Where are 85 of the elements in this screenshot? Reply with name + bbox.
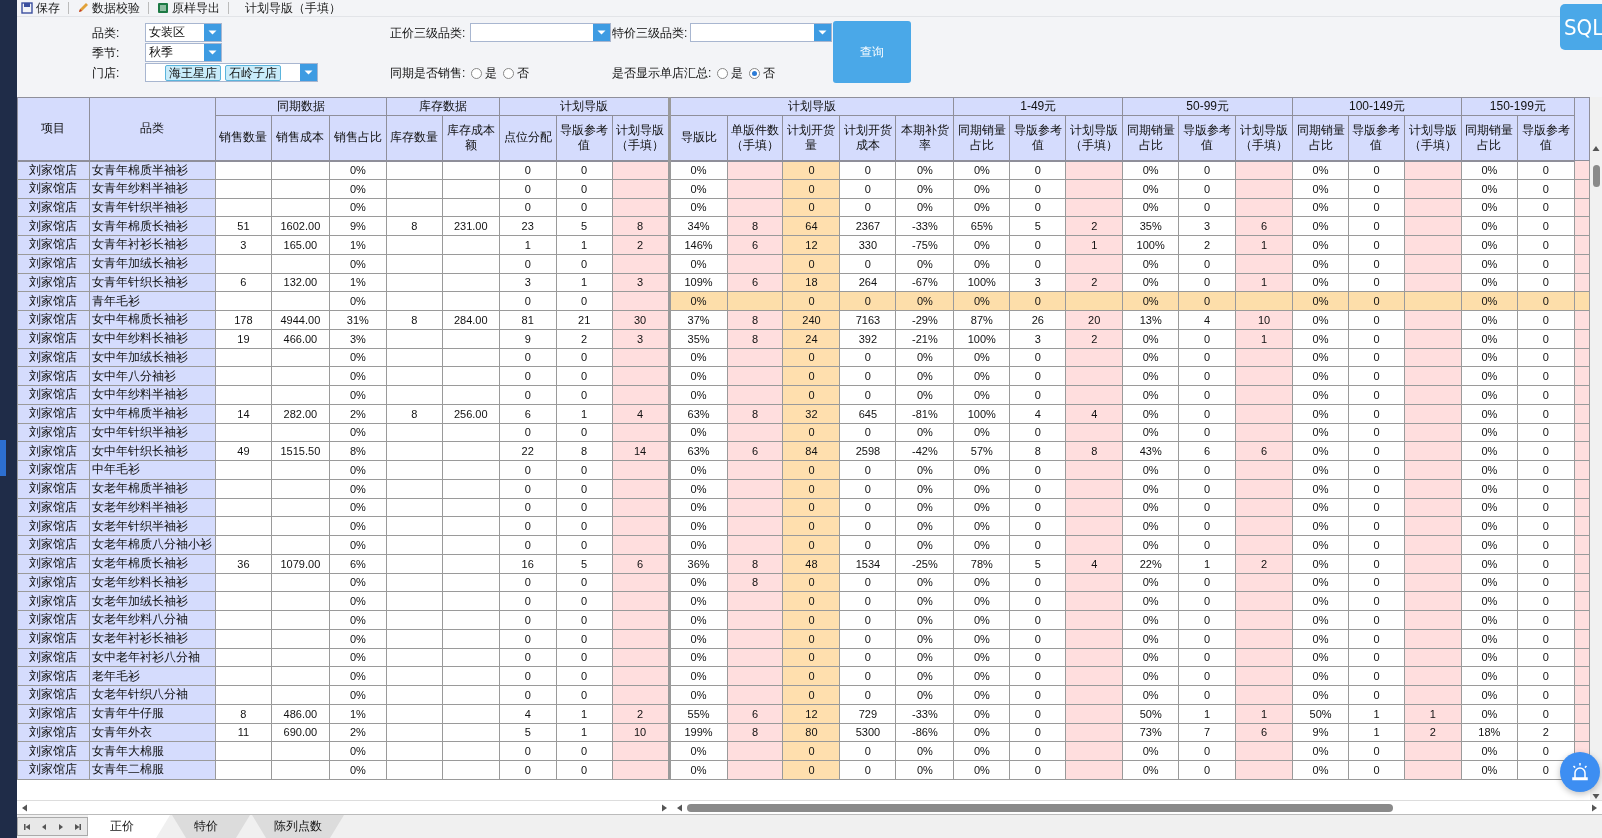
- column-group-header: 计划导版: [499, 97, 670, 116]
- dropdown[interactable]: 秋季: [145, 43, 222, 62]
- column-header: 本期补货率: [895, 115, 954, 161]
- dropdown[interactable]: 女装区: [145, 23, 222, 42]
- filter-label: 特价三级品类:: [612, 24, 689, 42]
- column-header: 销售数量: [215, 115, 272, 161]
- column-group-header: 100-149元: [1292, 97, 1462, 116]
- toolbar-button[interactable]: 数据校验: [75, 0, 142, 17]
- sheet-tab[interactable]: 正价: [88, 815, 170, 838]
- alarm-icon: [1570, 762, 1590, 782]
- scroll-right-icon[interactable]: [1590, 803, 1598, 812]
- scroll-left-icon[interactable]: [21, 803, 29, 812]
- radio-option[interactable]: 是: [471, 64, 498, 82]
- column-header: 导版参考值: [1348, 115, 1405, 161]
- radio-button[interactable]: [503, 67, 515, 79]
- column-group-header: 同期数据: [215, 97, 387, 116]
- radio-option[interactable]: 否: [749, 64, 776, 82]
- filter-label: 正价三级品类:: [390, 24, 467, 42]
- radio-button[interactable]: [471, 67, 483, 79]
- rail-marker: [0, 440, 6, 476]
- column-header: 库存数量: [386, 115, 443, 161]
- store-tag: 海王星店: [165, 64, 221, 81]
- column-header: 导版参考值: [1517, 115, 1575, 161]
- filter-label: 是否显示单店汇总:: [612, 64, 712, 82]
- column-header: 项目: [17, 97, 90, 161]
- column-header: 品类: [89, 97, 216, 161]
- radio-option[interactable]: 否: [503, 64, 530, 82]
- column-header: 导版比: [669, 115, 728, 161]
- column-group-header: 1-49元: [953, 97, 1123, 116]
- first-sheet-icon[interactable]: [22, 822, 31, 831]
- radio-label: 是: [485, 64, 498, 82]
- pencil-icon: [77, 2, 89, 14]
- column-group-header: 50-99元: [1122, 97, 1293, 116]
- filter-label: 季节:: [92, 44, 121, 62]
- sheet-tab[interactable]: 特价: [172, 815, 250, 838]
- caret-icon: [300, 64, 317, 81]
- radio-option[interactable]: 是: [717, 64, 744, 82]
- column-header: 同期销量占比: [1122, 115, 1179, 161]
- filter-label: 同期是否销售:: [390, 64, 466, 82]
- dropdown[interactable]: [470, 23, 611, 42]
- page-title: 计划导版（手填）: [245, 0, 341, 17]
- column-header: 销售成本: [271, 115, 330, 161]
- dropdown[interactable]: [690, 23, 832, 42]
- column-header: 同期销量占比: [1292, 115, 1349, 161]
- caret-icon: [814, 24, 831, 41]
- store-tag: 石岭子店: [225, 64, 281, 81]
- sheet-tab[interactable]: 陈列点数: [252, 815, 344, 838]
- column-header: 库存成本额: [442, 115, 500, 161]
- column-header: 单版件数（手填）: [727, 115, 783, 161]
- column-header: 同期销量占比: [953, 115, 1010, 161]
- last-sheet-icon[interactable]: [74, 822, 83, 831]
- column-header: 点位分配: [499, 115, 557, 161]
- filter-label: 门店:: [92, 64, 121, 82]
- toolbar-button[interactable]: 保存: [19, 0, 62, 17]
- vertical-scrollbar[interactable]: [1590, 97, 1602, 800]
- caret-icon: [204, 24, 221, 41]
- column-group-header: 150-199元: [1461, 97, 1575, 116]
- radio-label: 是: [731, 64, 744, 82]
- scroll-thumb[interactable]: [1592, 165, 1600, 187]
- filter-label: 品类:: [92, 24, 121, 42]
- scroll-up-icon[interactable]: [1592, 145, 1600, 153]
- column-header: 计划开货成本: [839, 115, 896, 161]
- column-header: 导版参考值: [1009, 115, 1066, 161]
- radio-label: 否: [517, 64, 530, 82]
- column-header: 导版参考值: [1178, 115, 1236, 161]
- multi-select-field[interactable]: 海王星店 石岭子店: [145, 63, 318, 82]
- column-header: 计划导版（手填）: [1404, 115, 1462, 161]
- column-header: 导版参考值: [556, 115, 613, 161]
- caret-icon: [204, 44, 221, 61]
- radio-button[interactable]: [717, 67, 729, 79]
- radio-label: 否: [763, 64, 776, 82]
- radio-button[interactable]: [749, 67, 761, 79]
- toolbar-button[interactable]: 原样导出: [155, 0, 222, 17]
- column-header: 计划开货量: [783, 115, 840, 161]
- column-header: 同期销量占比: [1461, 115, 1518, 161]
- column-header: 销售占比: [329, 115, 387, 161]
- save-icon: [21, 2, 33, 14]
- column-header: 计划导版（手填）: [1065, 115, 1123, 161]
- column-header: 计划导版（手填）: [1235, 115, 1293, 161]
- column-group-header: 库存数据: [386, 97, 500, 116]
- caret-icon: [593, 24, 610, 41]
- scroll-left-icon[interactable]: [676, 803, 684, 812]
- scroll-thumb[interactable]: [687, 803, 1393, 812]
- column-group-header: 计划导版: [669, 97, 954, 116]
- scroll-right-icon[interactable]: [660, 803, 668, 812]
